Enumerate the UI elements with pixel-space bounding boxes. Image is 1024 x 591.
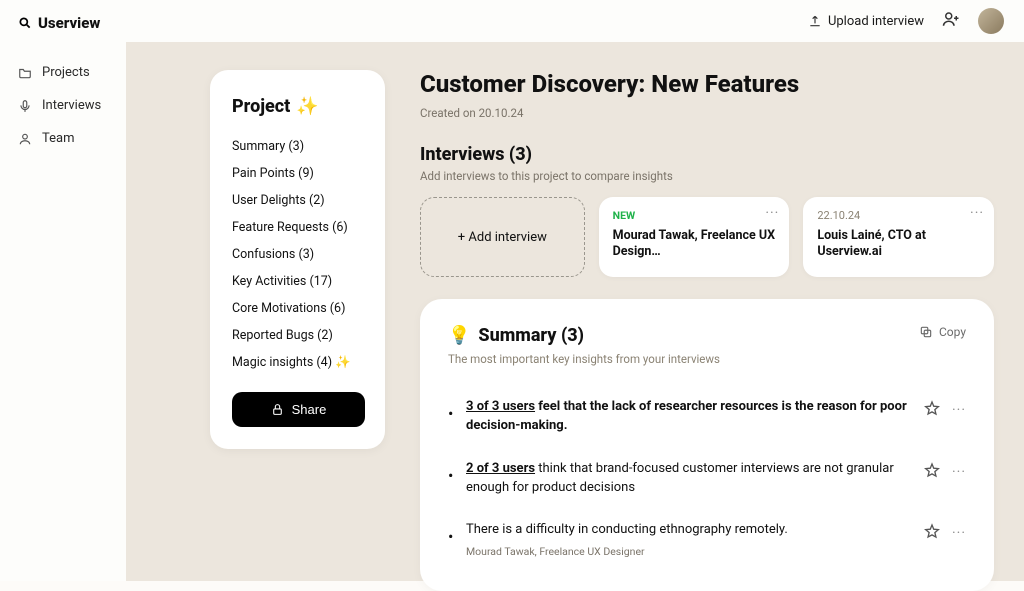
upload-interview-button[interactable]: Upload interview — [808, 14, 924, 29]
summary-subtext: The most important key insights from you… — [448, 352, 720, 366]
project-nav-item[interactable]: Pain Points (9) — [232, 160, 365, 187]
star-button[interactable] — [924, 523, 940, 543]
sidebar-item-label: Interviews — [42, 98, 101, 113]
upload-label: Upload interview — [828, 14, 924, 29]
sidebar: Userview Projects Interviews Team — [0, 0, 126, 581]
star-icon — [924, 523, 940, 539]
project-panel-title: Project ✨ — [232, 96, 365, 117]
interview-card[interactable]: ··· NEW Mourad Tawak, Freelance UX Desig… — [599, 197, 790, 277]
project-nav-item[interactable]: Feature Requests (6) — [232, 214, 365, 241]
page-title: Customer Discovery: New Features — [420, 70, 994, 98]
project-panel: Project ✨ Summary (3) Pain Points (9) Us… — [210, 70, 385, 449]
user-icon — [18, 132, 32, 146]
card-menu-button[interactable]: ··· — [765, 205, 779, 221]
project-nav-item[interactable]: Key Activities (17) — [232, 268, 365, 295]
top-bar: Upload interview — [0, 0, 1024, 42]
insight-ratio: 3 of 3 users — [466, 399, 535, 414]
insight-caption: Mourad Tawak, Freelance UX Designer — [466, 544, 912, 559]
bullet-icon: • — [448, 404, 454, 423]
brand-logo[interactable]: Userview — [0, 14, 126, 56]
project-title-text: Project — [232, 96, 290, 117]
interview-card[interactable]: ··· 22.10.24 Louis Lainé, CTO at Uservie… — [803, 197, 994, 277]
folder-icon — [18, 66, 32, 80]
interview-date: 22.10.24 — [817, 209, 980, 222]
upload-icon — [808, 14, 822, 28]
row-menu-button[interactable]: ··· — [952, 525, 966, 541]
star-icon — [924, 400, 940, 416]
sidebar-item-label: Team — [42, 131, 75, 146]
star-button[interactable] — [924, 462, 940, 482]
insight-plain: There is a difficulty in conducting ethn… — [466, 522, 788, 537]
mic-icon — [18, 99, 32, 113]
lock-icon — [271, 403, 284, 416]
new-badge: NEW — [613, 209, 776, 222]
project-nav-item[interactable]: Reported Bugs (2) — [232, 322, 365, 349]
insight-text: 2 of 3 users think that brand-focused cu… — [466, 460, 912, 498]
created-date: Created on 20.10.24 — [420, 106, 994, 120]
insight-row: • 3 of 3 users feel that the lack of res… — [448, 386, 966, 448]
add-interview-label: + Add interview — [458, 230, 547, 245]
project-nav-item[interactable]: Magic insights (4) ✨ — [232, 349, 365, 376]
bullet-icon: • — [448, 466, 454, 485]
insight-row: • 2 of 3 users think that brand-focused … — [448, 448, 966, 510]
avatar[interactable] — [978, 8, 1004, 34]
add-user-button[interactable] — [942, 10, 960, 32]
sidebar-item-projects[interactable]: Projects — [0, 56, 126, 89]
sidebar-item-team[interactable]: Team — [0, 122, 126, 155]
row-menu-button[interactable]: ··· — [952, 464, 966, 480]
insight-text: There is a difficulty in conducting ethn… — [466, 521, 912, 559]
insight-list: • 3 of 3 users feel that the lack of res… — [448, 386, 966, 571]
search-icon — [18, 16, 32, 30]
bulb-icon: 💡 — [448, 325, 470, 346]
sidebar-item-label: Projects — [42, 65, 90, 80]
project-nav-item[interactable]: Summary (3) — [232, 133, 365, 160]
copy-icon — [919, 325, 933, 339]
interview-title: Louis Lainé, CTO at Userview.ai — [817, 228, 980, 261]
bullet-icon: • — [448, 527, 454, 546]
summary-title-text: Summary (3) — [478, 325, 584, 346]
star-icon — [924, 462, 940, 478]
interviews-subtext: Add interviews to this project to compar… — [420, 169, 994, 183]
insight-text: 3 of 3 users feel that the lack of resea… — [466, 398, 912, 436]
project-nav-item[interactable]: User Delights (2) — [232, 187, 365, 214]
user-plus-icon — [942, 10, 960, 28]
project-nav-list: Summary (3) Pain Points (9) User Delight… — [232, 133, 365, 376]
star-button[interactable] — [924, 400, 940, 420]
project-nav-item[interactable]: Confusions (3) — [232, 241, 365, 268]
card-menu-button[interactable]: ··· — [970, 205, 984, 221]
main-content: Customer Discovery: New Features Created… — [420, 70, 994, 591]
share-label: Share — [292, 402, 327, 417]
insight-ratio: 2 of 3 users — [466, 461, 535, 476]
copy-button[interactable]: Copy — [919, 325, 966, 339]
interview-cards-row: + Add interview ··· NEW Mourad Tawak, Fr… — [420, 197, 994, 277]
summary-title: 💡 Summary (3) — [448, 325, 720, 346]
share-button[interactable]: Share — [232, 392, 365, 427]
sidebar-item-interviews[interactable]: Interviews — [0, 89, 126, 122]
interviews-heading: Interviews (3) — [420, 144, 994, 165]
summary-card: 💡 Summary (3) The most important key ins… — [420, 299, 994, 591]
row-menu-button[interactable]: ··· — [952, 402, 966, 418]
sparkles-icon: ✨ — [296, 96, 318, 117]
insight-row: • There is a difficulty in conducting et… — [448, 509, 966, 571]
project-nav-item[interactable]: Core Motivations (6) — [232, 295, 365, 322]
add-interview-card[interactable]: + Add interview — [420, 197, 585, 277]
interview-title: Mourad Tawak, Freelance UX Design… — [613, 228, 776, 261]
copy-label: Copy — [939, 325, 966, 339]
brand-name: Userview — [38, 14, 100, 32]
